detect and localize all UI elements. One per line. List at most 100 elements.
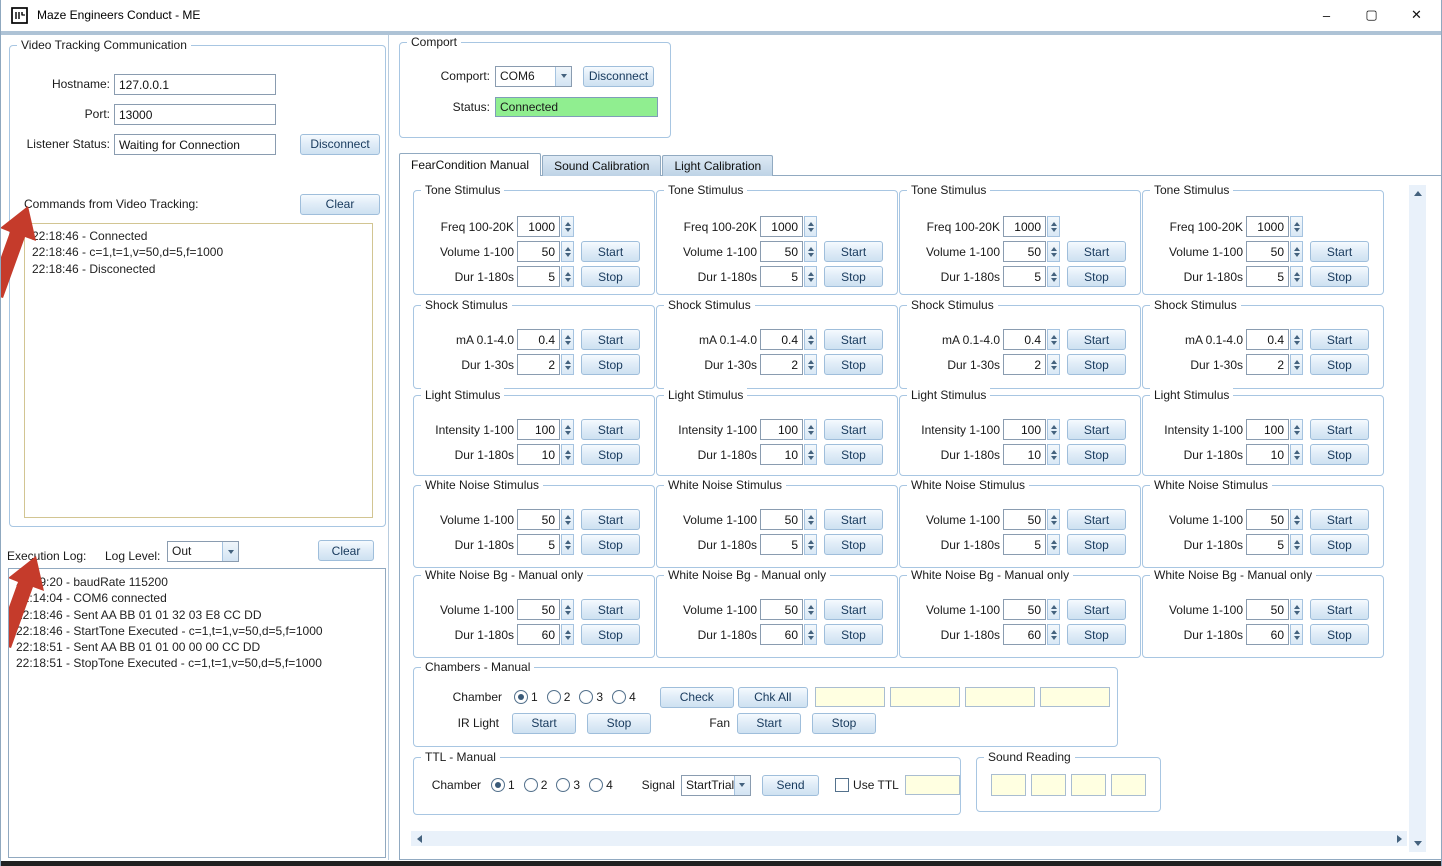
maximize-button[interactable]: ▢ — [1349, 0, 1394, 30]
whitenoise-stop-button[interactable]: Stop — [1067, 534, 1126, 555]
listener-status-input[interactable]: Waiting for Connection — [114, 134, 276, 155]
tab-light-calibration[interactable]: Light Calibration — [662, 155, 773, 176]
ttl-value-box[interactable] — [905, 775, 960, 795]
duration-spinner[interactable]: 60 — [517, 624, 574, 645]
whitenoise-bg-stop-button[interactable]: Stop — [824, 624, 883, 645]
spinner-arrows-icon[interactable] — [804, 354, 817, 375]
value-box[interactable]: 50 — [1003, 241, 1046, 262]
intensity-spinner[interactable]: 100 — [1246, 419, 1303, 440]
value-box[interactable]: 5 — [1246, 266, 1289, 287]
whitenoise-bg-start-button[interactable]: Start — [824, 599, 883, 620]
volume-spinner[interactable]: 50 — [1246, 599, 1303, 620]
value-box[interactable]: 5 — [517, 534, 560, 555]
log-level-combobox[interactable]: Out — [167, 541, 239, 562]
chamber-status-box-2[interactable] — [890, 687, 960, 707]
ir-stop-button[interactable]: Stop — [587, 713, 651, 734]
value-box[interactable]: 50 — [1003, 599, 1046, 620]
tone-start-button[interactable]: Start — [1310, 241, 1369, 262]
spinner-arrows-icon[interactable] — [1290, 241, 1303, 262]
value-box[interactable]: 2 — [1246, 354, 1289, 375]
duration-spinner[interactable]: 60 — [1246, 624, 1303, 645]
chamber-status-box-3[interactable] — [965, 687, 1035, 707]
ma-spinner[interactable]: 0.4 — [760, 329, 817, 350]
value-box[interactable]: 10 — [1003, 444, 1046, 465]
value-box[interactable]: 50 — [760, 241, 803, 262]
whitenoise-start-button[interactable]: Start — [1067, 509, 1126, 530]
horizontal-scrollbar[interactable] — [411, 831, 1407, 846]
ma-spinner[interactable]: 0.4 — [1003, 329, 1060, 350]
value-box[interactable]: 50 — [517, 509, 560, 530]
shock-stop-button[interactable]: Stop — [1067, 354, 1126, 375]
value-box[interactable]: 10 — [1246, 444, 1289, 465]
commands-clear-button[interactable]: Clear — [300, 194, 380, 215]
duration-spinner[interactable]: 5 — [760, 266, 817, 287]
duration-spinner[interactable]: 10 — [517, 444, 574, 465]
value-box[interactable]: 0.4 — [517, 329, 560, 350]
duration-spinner[interactable]: 10 — [760, 444, 817, 465]
value-box[interactable]: 50 — [1003, 509, 1046, 530]
hostname-input[interactable]: 127.0.0.1 — [114, 74, 276, 95]
whitenoise-start-button[interactable]: Start — [824, 509, 883, 530]
commands-log-textbox[interactable]: 22:18:46 - Connected22:18:46 - c=1,t=1,v… — [24, 223, 373, 518]
duration-spinner[interactable]: 5 — [517, 266, 574, 287]
value-box[interactable]: 2 — [760, 354, 803, 375]
ttl-chamber-radio-1[interactable] — [491, 778, 505, 792]
spinner-arrows-icon[interactable] — [1047, 354, 1060, 375]
spinner-arrows-icon[interactable] — [1047, 419, 1060, 440]
spinner-arrows-icon[interactable] — [804, 599, 817, 620]
spinner-arrows-icon[interactable] — [1047, 599, 1060, 620]
light-stop-button[interactable]: Stop — [1067, 444, 1126, 465]
scroll-left-icon[interactable] — [411, 831, 427, 846]
value-box[interactable]: 50 — [1246, 509, 1289, 530]
duration-spinner[interactable]: 2 — [1246, 354, 1303, 375]
chk-all-button[interactable]: Chk All — [738, 687, 808, 708]
value-box[interactable]: 60 — [760, 624, 803, 645]
whitenoise-start-button[interactable]: Start — [1310, 509, 1369, 530]
send-button[interactable]: Send — [762, 775, 819, 796]
value-box[interactable]: 100 — [517, 419, 560, 440]
comport-disconnect-button[interactable]: Disconnect — [583, 66, 654, 87]
chamber-status-box-1[interactable] — [815, 687, 885, 707]
tone-start-button[interactable]: Start — [1067, 241, 1126, 262]
value-box[interactable]: 5 — [1003, 266, 1046, 287]
spinner-arrows-icon[interactable] — [561, 599, 574, 620]
sound-reading-box-1[interactable] — [991, 774, 1026, 796]
spinner-arrows-icon[interactable] — [1290, 329, 1303, 350]
spinner-arrows-icon[interactable] — [804, 266, 817, 287]
value-box[interactable]: 0.4 — [1003, 329, 1046, 350]
value-box[interactable]: 5 — [1246, 534, 1289, 555]
freq-spinner[interactable]: 1000 — [1003, 216, 1060, 237]
ttl-chamber-radio-3[interactable] — [556, 778, 570, 792]
chamber-radio-4[interactable] — [612, 690, 626, 704]
spinner-arrows-icon[interactable] — [561, 241, 574, 262]
tone-stop-button[interactable]: Stop — [1310, 266, 1369, 287]
value-box[interactable]: 10 — [760, 444, 803, 465]
fan-start-button[interactable]: Start — [737, 713, 801, 734]
tone-stop-button[interactable]: Stop — [1067, 266, 1126, 287]
value-box[interactable]: 2 — [517, 354, 560, 375]
fan-stop-button[interactable]: Stop — [812, 713, 876, 734]
spinner-arrows-icon[interactable] — [804, 216, 817, 237]
spinner-arrows-icon[interactable] — [1047, 624, 1060, 645]
value-box[interactable]: 5 — [760, 266, 803, 287]
shock-stop-button[interactable]: Stop — [1310, 354, 1369, 375]
tone-stop-button[interactable]: Stop — [824, 266, 883, 287]
check-button[interactable]: Check — [660, 687, 734, 708]
value-box[interactable]: 100 — [1003, 419, 1046, 440]
shock-start-button[interactable]: Start — [581, 329, 640, 350]
sound-reading-box-2[interactable] — [1031, 774, 1066, 796]
spinner-arrows-icon[interactable] — [1047, 266, 1060, 287]
shock-start-button[interactable]: Start — [1067, 329, 1126, 350]
spinner-arrows-icon[interactable] — [561, 266, 574, 287]
spinner-arrows-icon[interactable] — [1290, 599, 1303, 620]
light-stop-button[interactable]: Stop — [824, 444, 883, 465]
tab-sound-calibration[interactable]: Sound Calibration — [542, 155, 661, 176]
value-box[interactable]: 60 — [1003, 624, 1046, 645]
spinner-arrows-icon[interactable] — [1047, 216, 1060, 237]
spinner-arrows-icon[interactable] — [1047, 329, 1060, 350]
value-box[interactable]: 0.4 — [1246, 329, 1289, 350]
volume-spinner[interactable]: 50 — [517, 599, 574, 620]
duration-spinner[interactable]: 5 — [1003, 266, 1060, 287]
spinner-arrows-icon[interactable] — [804, 419, 817, 440]
spinner-arrows-icon[interactable] — [1047, 241, 1060, 262]
